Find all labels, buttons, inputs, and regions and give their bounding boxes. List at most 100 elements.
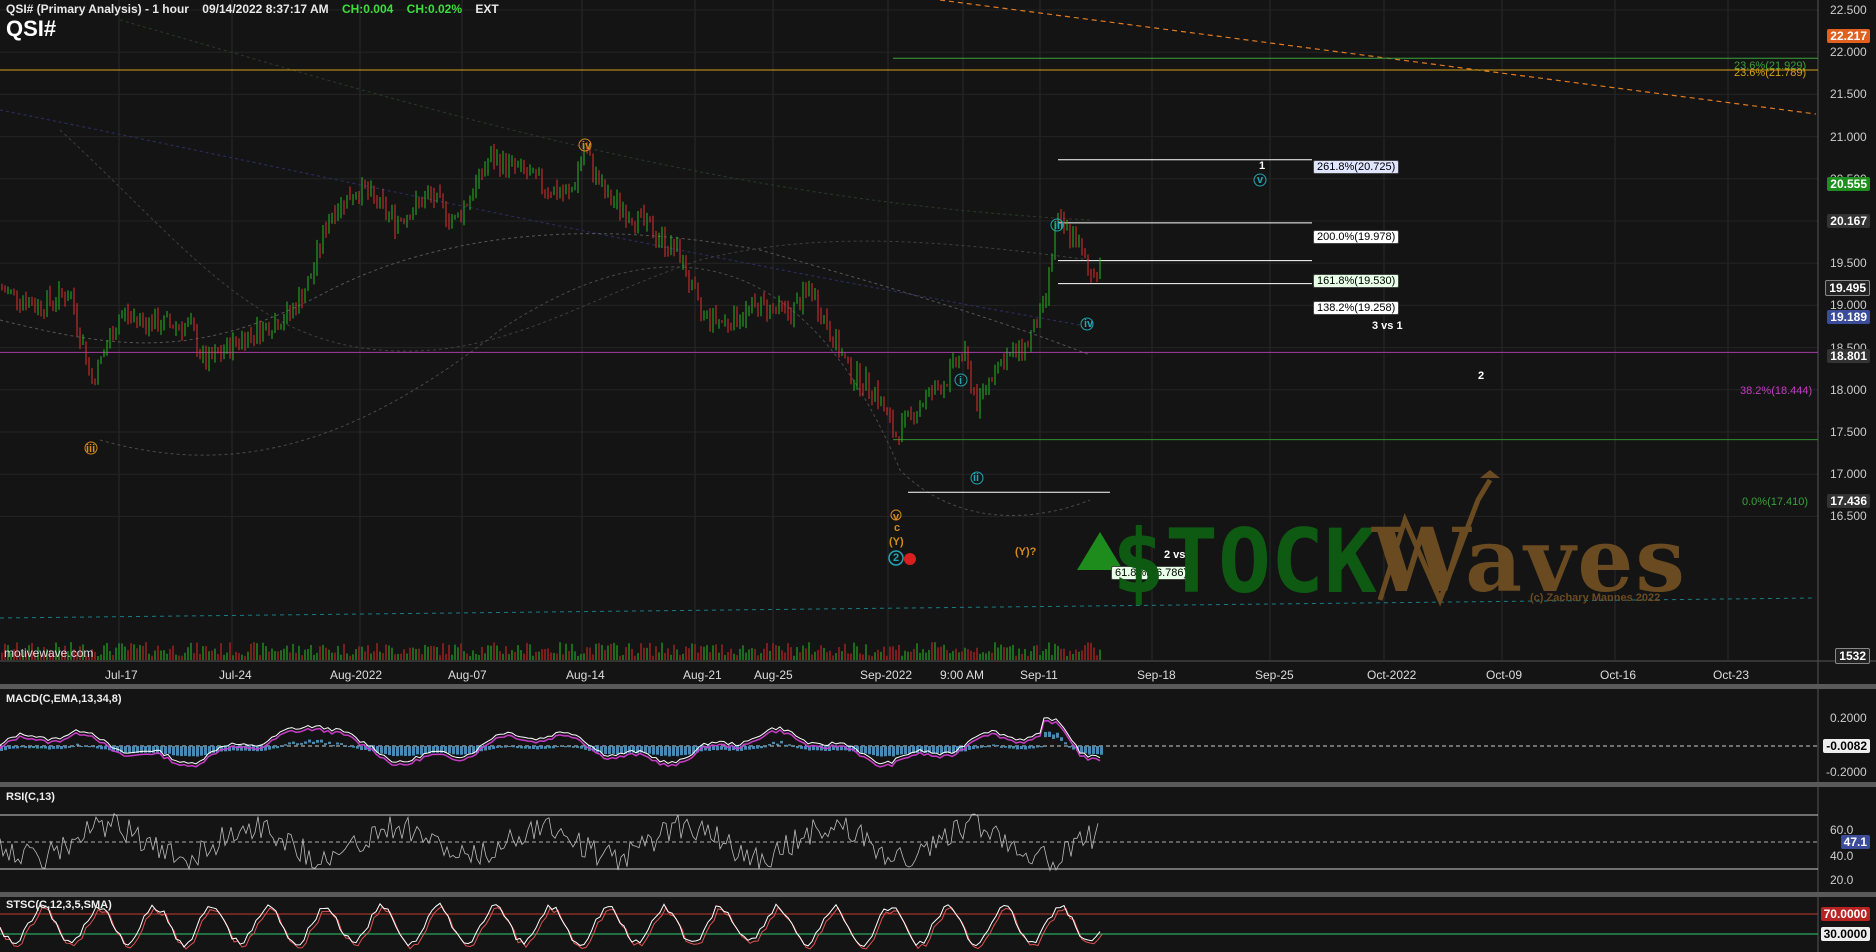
- macd-histogram-bar: [892, 746, 895, 757]
- volume-bar: [454, 644, 456, 660]
- price-axis-label: 17.500: [1830, 425, 1867, 439]
- volume-bar: [295, 652, 297, 660]
- fib-161-label: 161.8%(19.530): [1313, 274, 1400, 288]
- macd-histogram-bar: [608, 746, 611, 755]
- macd-histogram-bar: [1084, 746, 1087, 754]
- volume-bar: [142, 645, 144, 660]
- rsi-axis-20: 20.0: [1830, 873, 1854, 887]
- chart-session: EXT: [475, 2, 499, 16]
- volume-bar: [652, 655, 654, 660]
- volume-bar: [343, 643, 345, 660]
- macd-histogram-bar: [156, 746, 159, 753]
- macd-histogram-bar: [404, 746, 407, 756]
- stsc-title: STSC(C,12,3,5,SMA): [6, 899, 112, 911]
- volume-bar: [733, 653, 735, 660]
- volume-bar: [277, 651, 279, 660]
- volume-bar: [1093, 647, 1095, 660]
- volume-bar: [913, 648, 915, 660]
- volume-bar: [658, 652, 660, 660]
- volume-bar: [952, 650, 954, 660]
- stsc-pane[interactable]: STSC(C,12,3,5,SMA) 70.0000 30.0000: [0, 897, 1876, 952]
- date-axis-label: Aug-2022: [330, 668, 383, 682]
- volume-bar: [571, 643, 573, 660]
- macd-histogram-bar: [104, 746, 107, 750]
- macd-histogram-bar: [100, 746, 103, 750]
- volume-bar: [499, 651, 501, 660]
- volume-bar: [697, 652, 699, 660]
- volume-bar: [868, 655, 870, 660]
- volume-bar: [1048, 642, 1050, 660]
- volume-bar: [982, 652, 984, 660]
- volume-bar: [703, 646, 705, 660]
- volume-bar: [241, 654, 243, 660]
- macd-histogram-bar: [1088, 746, 1091, 755]
- volume-bar: [496, 645, 498, 660]
- macd-histogram-bar: [644, 746, 647, 754]
- volume-bar: [202, 646, 204, 660]
- macd-histogram-bar: [456, 746, 459, 755]
- volume-bar: [838, 647, 840, 660]
- macd-histogram-bar: [96, 746, 99, 749]
- volume-bar: [235, 651, 237, 660]
- volume-bar: [946, 650, 948, 660]
- macd-histogram-bar: [32, 746, 35, 749]
- volume-bar: [217, 654, 219, 660]
- macd-histogram-bar: [80, 746, 83, 748]
- volume-bar: [907, 651, 909, 660]
- macd-histogram-bar: [76, 743, 79, 746]
- volume-bar: [373, 651, 375, 660]
- macd-histogram-bar: [92, 746, 95, 748]
- volume-bar: [667, 648, 669, 660]
- macd-histogram-bar: [284, 744, 287, 746]
- macd-histogram-bar: [1044, 731, 1047, 738]
- volume-bar: [883, 646, 885, 660]
- volume-bar: [397, 653, 399, 660]
- volume-bar: [538, 651, 540, 660]
- macd-histogram-bar: [500, 746, 503, 748]
- volume-bar: [484, 653, 486, 660]
- volume-bar: [589, 647, 591, 660]
- volume-bar: [730, 648, 732, 660]
- volume-bar: [676, 649, 678, 660]
- volume-bar: [478, 655, 480, 660]
- rsi-pane[interactable]: RSI(C,13) 60.0 47.1 40.0 20.0: [0, 787, 1876, 892]
- annotation-y-question: (Y)?: [1015, 546, 1037, 558]
- ma-line: [59, 129, 1091, 352]
- macd-histogram-bar: [1000, 746, 1003, 748]
- volume-bar: [502, 653, 504, 660]
- macd-histogram-bar: [772, 741, 775, 745]
- date-axis-label: Sep-25: [1255, 668, 1294, 682]
- volume-bar: [439, 655, 441, 660]
- macd-histogram-bar: [764, 746, 767, 748]
- volume-bar: [604, 650, 606, 660]
- macd-histogram-bar: [792, 746, 795, 748]
- macd-histogram-bar: [1080, 746, 1083, 754]
- volume-bar: [436, 647, 438, 660]
- volume-bar: [109, 650, 111, 660]
- macd-histogram-bar: [40, 746, 43, 749]
- price-chart-pane[interactable]: QSI# (Primary Analysis) - 1 hour 09/14/2…: [0, 0, 1876, 684]
- volume-bar: [568, 651, 570, 660]
- macd-histogram-bar: [56, 746, 59, 749]
- volume-bar: [880, 651, 882, 660]
- stockwaves-logo-stock: $TOCK: [1112, 510, 1377, 613]
- macd-histogram-bar: [596, 746, 599, 753]
- volume-bar: [304, 649, 306, 660]
- macd-histogram-bar: [332, 744, 335, 747]
- chart-change-pct: CH:0.02%: [406, 2, 463, 16]
- volume-bar: [928, 649, 930, 660]
- volume-bar: [466, 653, 468, 660]
- macd-histogram-bar: [412, 746, 415, 756]
- volume-bar: [151, 655, 153, 660]
- volume-bar: [862, 654, 864, 660]
- macd-histogram-bar: [1092, 746, 1095, 754]
- macd-pane[interactable]: MACD(C,EMA,13,34,8) 0.2000 -0.0082 -0.20…: [0, 689, 1876, 782]
- macd-histogram-bar: [1040, 746, 1043, 748]
- macd-histogram-bar: [448, 746, 451, 754]
- macd-histogram-bar: [512, 746, 515, 748]
- wave-label-orange-y: (Y): [889, 536, 904, 548]
- macd-histogram-bar: [268, 746, 271, 750]
- volume-bar: [844, 643, 846, 660]
- volume-bar: [727, 652, 729, 660]
- volume-bar: [757, 655, 759, 660]
